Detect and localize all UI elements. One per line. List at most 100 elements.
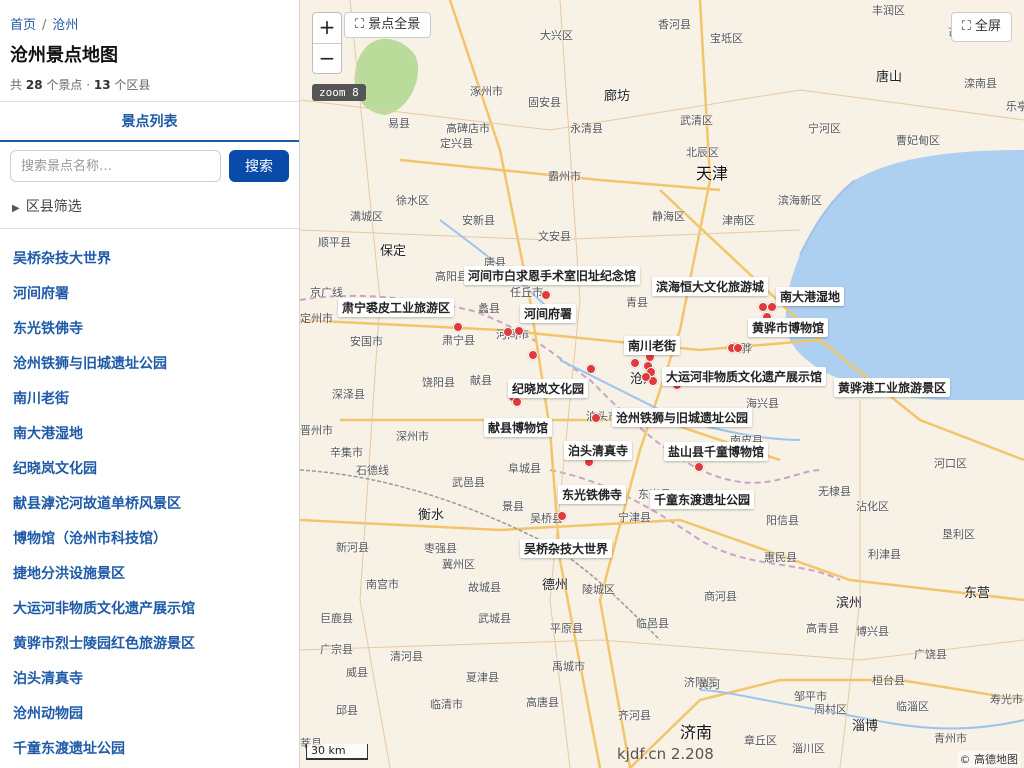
place-label: 冀州区 bbox=[442, 558, 475, 571]
spot-list-item[interactable]: 南川老街 bbox=[0, 382, 299, 417]
breadcrumb-separator: / bbox=[42, 18, 47, 33]
spot-list-item[interactable]: 捷地分洪设施景区 bbox=[0, 557, 299, 592]
poi-marker-icon[interactable] bbox=[586, 364, 596, 374]
poi-label[interactable]: 肃宁裘皮工业旅游区 bbox=[338, 298, 455, 317]
overview-button[interactable]: ⛶ 景点全景 bbox=[344, 12, 432, 38]
zoom-out-button[interactable]: − bbox=[313, 43, 341, 73]
tab-spot-list[interactable]: 景点列表 bbox=[122, 111, 178, 131]
place-label: 周村区 bbox=[814, 703, 847, 716]
app-root: 首页 / 沧州 沧州景点地图 共 28 个景点 · 13 个区县 景点列表 搜索 ▶… bbox=[0, 0, 1024, 768]
place-label: 沾化区 bbox=[856, 500, 889, 513]
place-label: 青州市 bbox=[934, 732, 967, 745]
place-label: 大兴区 bbox=[540, 29, 573, 42]
place-label: 顺平县 bbox=[318, 236, 351, 249]
stats-spot-unit: 个景点 · bbox=[46, 78, 91, 92]
spot-list-item[interactable]: 南大港湿地 bbox=[0, 417, 299, 452]
spot-list-item[interactable]: 东光铁佛寺 bbox=[0, 312, 299, 347]
poi-label[interactable]: 千童东渡遗址公园 bbox=[650, 490, 755, 509]
place-label: 深州市 bbox=[396, 430, 429, 443]
place-label: 桓台县 bbox=[872, 674, 905, 687]
map-view[interactable]: 丰润区古冶宝坻区香河县大兴区唐山滦南县乐亭廊坊涿州市固安县永清县武清区宁河区易县… bbox=[300, 0, 1024, 768]
place-label: 高碑店市 bbox=[446, 122, 490, 135]
sidebar: 首页 / 沧州 沧州景点地图 共 28 个景点 · 13 个区县 景点列表 搜索 ▶… bbox=[0, 0, 300, 768]
place-label: 景县 bbox=[502, 500, 524, 513]
poi-label[interactable]: 黄骅港工业旅游景区 bbox=[834, 378, 951, 397]
place-label: 无棣县 bbox=[818, 485, 851, 498]
place-label: 安国市 bbox=[350, 335, 383, 348]
place-label: 永清县 bbox=[570, 122, 603, 135]
spot-list-item[interactable]: 纪晓岚文化园 bbox=[0, 452, 299, 487]
poi-label[interactable]: 南大港湿地 bbox=[776, 287, 845, 306]
poi-marker-icon[interactable] bbox=[541, 290, 551, 300]
poi-marker-icon[interactable] bbox=[453, 322, 463, 332]
place-label: 东营 bbox=[964, 586, 991, 601]
poi-label[interactable]: 滨海恒大文化旅游城 bbox=[652, 277, 769, 296]
place-label: 香河县 bbox=[658, 18, 691, 31]
poi-marker-icon[interactable] bbox=[641, 372, 651, 382]
spot-list-item[interactable]: 大运河非物质文化遗产展示馆 bbox=[0, 592, 299, 627]
poi-label[interactable]: 沧州铁狮与旧城遗址公园 bbox=[612, 408, 753, 427]
poi-label[interactable]: 纪晓岚文化园 bbox=[508, 379, 589, 398]
poi-marker-icon[interactable] bbox=[630, 358, 640, 368]
spot-list-item[interactable]: 河间府署 bbox=[0, 277, 299, 312]
place-label: 衡水 bbox=[418, 508, 445, 523]
place-label: 蠡县 bbox=[478, 302, 500, 315]
poi-label[interactable]: 河间市白求恩手术室旧址纪念馆 bbox=[464, 266, 641, 285]
place-label: 武城县 bbox=[478, 612, 511, 625]
place-label: 齐河县 bbox=[618, 709, 651, 722]
search-input[interactable] bbox=[10, 150, 221, 182]
place-label: 淄博 bbox=[852, 719, 879, 734]
place-label: 定州市 bbox=[300, 312, 333, 325]
place-label: 晋州市 bbox=[300, 424, 333, 437]
place-label: 邱县 bbox=[336, 704, 358, 717]
map-attribution[interactable]: © 高德地图 bbox=[957, 751, 1020, 767]
spot-list-item[interactable]: 沧州动物园 bbox=[0, 697, 299, 732]
breadcrumb-current-link[interactable]: 沧州 bbox=[52, 18, 78, 33]
breadcrumb-home-link[interactable]: 首页 bbox=[10, 18, 36, 33]
stats-spot-count: 28 bbox=[25, 78, 43, 92]
spot-list-item[interactable]: 博物馆（沧州市科技馆） bbox=[0, 522, 299, 557]
place-label: 献县 bbox=[470, 374, 492, 387]
poi-marker-icon[interactable] bbox=[694, 462, 704, 472]
zoom-in-button[interactable]: + bbox=[313, 13, 341, 43]
place-label: 滨海新区 bbox=[778, 194, 822, 207]
poi-marker-icon[interactable] bbox=[591, 413, 601, 423]
stats-district-count: 13 bbox=[93, 78, 111, 92]
poi-label[interactable]: 盐山县千童博物馆 bbox=[664, 442, 769, 461]
poi-label[interactable]: 献县博物馆 bbox=[484, 418, 553, 437]
spot-list-item[interactable]: 黄骅市烈士陵园红色旅游景区 bbox=[0, 627, 299, 662]
place-label: 静海区 bbox=[652, 210, 685, 223]
stats-prefix: 共 bbox=[10, 78, 23, 92]
spot-list-item[interactable]: 吴桥杂技大世界 bbox=[0, 242, 299, 277]
poi-label[interactable]: 泊头清真寺 bbox=[564, 441, 633, 460]
poi-marker-icon[interactable] bbox=[512, 397, 522, 407]
place-label: 饶阳县 bbox=[422, 376, 455, 389]
place-label: 文安县 bbox=[538, 230, 571, 243]
place-label: 利津县 bbox=[868, 548, 901, 561]
district-filter-toggle[interactable]: ▶ 区县筛选 bbox=[0, 182, 299, 229]
place-label: 滦南县 bbox=[964, 77, 997, 90]
place-label: 南宫市 bbox=[366, 578, 399, 591]
poi-label[interactable]: 河间府署 bbox=[520, 304, 577, 323]
spot-list-item[interactable]: 沧州铁狮与旧城遗址公园 bbox=[0, 347, 299, 382]
fullscreen-button[interactable]: ⛶ 全屏 bbox=[950, 12, 1012, 42]
place-label: 阜城县 bbox=[508, 462, 541, 475]
poi-label[interactable]: 吴桥杂技大世界 bbox=[520, 539, 613, 558]
place-label: 宁河区 bbox=[808, 122, 841, 135]
poi-label[interactable]: 东光铁佛寺 bbox=[558, 485, 627, 504]
poi-label[interactable]: 南川老街 bbox=[624, 336, 681, 355]
spot-list-item[interactable]: 泊头清真寺 bbox=[0, 662, 299, 697]
poi-label[interactable]: 黄骅市博物馆 bbox=[748, 318, 829, 337]
search-button[interactable]: 搜索 bbox=[229, 150, 289, 182]
poi-label[interactable]: 大运河非物质文化遗产展示馆 bbox=[662, 367, 827, 386]
poi-marker-icon[interactable] bbox=[528, 350, 538, 360]
poi-marker-icon[interactable] bbox=[514, 326, 524, 336]
poi-marker-icon[interactable] bbox=[733, 343, 743, 353]
tab-bar: 景点列表 bbox=[0, 102, 299, 142]
spot-list-item[interactable]: 千童东渡遗址公园 bbox=[0, 732, 299, 767]
poi-marker-icon[interactable] bbox=[758, 302, 768, 312]
poi-marker-icon[interactable] bbox=[557, 511, 567, 521]
poi-marker-icon[interactable] bbox=[503, 327, 513, 337]
place-label: 黄河 bbox=[698, 678, 720, 691]
spot-list-item[interactable]: 献县滹沱河故道单桥风景区 bbox=[0, 487, 299, 522]
